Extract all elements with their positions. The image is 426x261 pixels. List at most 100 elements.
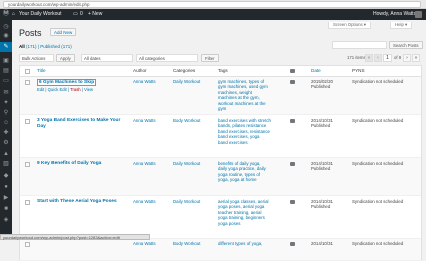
category-link[interactable]: Body Workout [173, 118, 201, 123]
prev-page-button[interactable]: ‹ [374, 54, 382, 62]
admin-menu: ◷ ◉ ✎ ▣ ▤ ▭ ✉ ✦ ⚲ ☺ ✚ ⚙ ▲ ▧ ◆ ● ▶ ■ ◈ [0, 20, 12, 240]
plugin-menu-icon-4[interactable]: ■ [3, 206, 9, 212]
author-link[interactable]: Anna Watts [133, 241, 156, 246]
author-link[interactable]: Anna Watts [133, 199, 156, 204]
row-checkbox[interactable] [25, 119, 30, 124]
tag-line[interactable]: yoga, yoga at home [218, 177, 282, 182]
tools-icon[interactable]: ✚ [3, 130, 9, 136]
post-status: Published [311, 84, 331, 89]
author-link[interactable]: Anna Watts [133, 118, 156, 123]
post-title-link[interactable]: 6 Gym Machines to Skip [37, 79, 97, 87]
category-link[interactable]: Daily Workout [173, 199, 200, 204]
slider-icon[interactable]: ▧ [3, 161, 9, 167]
category-link[interactable]: Body Workout [173, 241, 201, 246]
wordpress-logo-icon[interactable]: Ⓦ [3, 9, 9, 20]
help-tab[interactable]: Help ▾ [390, 22, 413, 29]
comment-bubble-icon[interactable] [290, 200, 295, 204]
comment-bubble-icon[interactable] [290, 162, 295, 166]
apply-button[interactable]: Apply [56, 54, 75, 62]
comments-icon[interactable]: ▭ [73, 9, 78, 20]
tags-list: aerial yoga classes, aerial yoga poses, … [218, 199, 282, 226]
category-link[interactable]: Daily Workout [173, 161, 200, 166]
page-title: Posts [19, 28, 42, 38]
appearance-icon[interactable]: ✦ [3, 100, 9, 106]
media-icon[interactable]: ▣ [3, 58, 9, 64]
view-link[interactable]: View [84, 87, 93, 92]
comments-count[interactable]: 0 [80, 9, 83, 20]
trash-link[interactable]: Trash [70, 87, 81, 92]
site-name-link[interactable]: Your Daily Workout [19, 9, 62, 20]
bulk-actions-select[interactable]: Bulk Actions [19, 54, 54, 62]
post-title-link[interactable]: 9 Key Benefits of Daily Yoga [37, 161, 101, 166]
published-count: (171) [61, 44, 72, 49]
plugin-menu-icon-2[interactable]: ● [3, 184, 9, 190]
column-title[interactable]: Title [37, 68, 46, 73]
pyns-status: Syndication not scheduled [352, 161, 404, 166]
table-row: Start with These Aerial Yoga Poses Anna … [20, 196, 421, 239]
new-content-link[interactable]: + New [88, 9, 102, 20]
plugin-menu-icon-5[interactable]: ◈ [3, 217, 9, 223]
jetpack-icon[interactable]: ◉ [3, 33, 9, 39]
address-bar[interactable]: yourdailyworkout.com/wp-admin/edit.php [3, 1, 421, 8]
table-row: Anna Watts Body Workout different types … [20, 239, 421, 261]
row-checkbox[interactable] [25, 200, 30, 205]
row-checkbox[interactable] [25, 162, 30, 167]
comment-bubble-icon[interactable] [290, 119, 295, 123]
post-title-link[interactable]: Start with These Aerial Yoga Poses [37, 199, 117, 204]
post-title-link[interactable]: 3 Yoga Band Exercises to Make Your Day [37, 118, 125, 130]
comments-menu-icon[interactable]: ▭ [3, 78, 9, 84]
search-posts-button[interactable]: Search Posts [389, 41, 423, 49]
admin-bar: Ⓦ ⌂ Your Daily Workout ▭ 0 + New Howdy, … [0, 9, 426, 20]
current-page-input[interactable]: 1 [383, 54, 392, 62]
pin-icon[interactable]: ✎ [3, 44, 9, 50]
row-checkbox[interactable] [25, 80, 30, 85]
tag-line[interactable]: gym [218, 106, 282, 111]
tag-line[interactable]: different types of yoga, [218, 241, 282, 246]
add-new-button[interactable]: Add New [50, 28, 77, 36]
main-content: Screen Options ▾ Help ▾ Posts Add New Al… [12, 20, 426, 261]
dashboard-icon[interactable]: ◷ [3, 24, 9, 30]
feedback-icon[interactable]: ✉ [3, 90, 9, 96]
tag-line[interactable]: band exercises [218, 140, 282, 145]
first-page-button[interactable]: « [365, 54, 373, 62]
comments-column-icon[interactable] [290, 69, 295, 73]
column-categories: Categories [173, 68, 196, 73]
row-checkbox[interactable] [25, 242, 30, 247]
post-date: 2014/10/31 [311, 241, 333, 246]
author-link[interactable]: Anna Watts [133, 79, 156, 84]
tags-list: benefits of daily yoga, daily yoga pract… [218, 161, 282, 183]
plugin-menu-icon[interactable]: ◆ [3, 173, 9, 179]
published-link[interactable]: Published [40, 44, 60, 49]
seo-icon[interactable]: ▲ [3, 151, 9, 157]
quick-edit-link[interactable]: Quick Edit [48, 87, 67, 92]
settings-icon[interactable]: ⚙ [3, 140, 9, 146]
filter-button[interactable]: Filter [201, 54, 219, 62]
pages-icon[interactable]: ▤ [3, 68, 9, 74]
screen-options-tab[interactable]: Screen Options ▾ [328, 22, 371, 29]
all-link[interactable]: All [19, 44, 25, 49]
items-count: 171 items [347, 55, 366, 60]
total-pages: of 9 [394, 55, 402, 60]
comment-bubble-icon[interactable] [290, 242, 295, 246]
users-icon[interactable]: ☺ [3, 120, 9, 126]
column-date[interactable]: Date [311, 68, 321, 73]
plugin-menu-icon-3[interactable]: ▶ [3, 195, 9, 201]
categories-select[interactable]: All categories [136, 54, 198, 62]
dates-select[interactable]: All dates [81, 54, 133, 62]
row-actions: Edit | Quick Edit | Trash | View [37, 87, 94, 92]
next-page-button[interactable]: › [403, 54, 411, 62]
author-link[interactable]: Anna Watts [133, 161, 156, 166]
category-link[interactable]: Daily Workout [173, 79, 200, 84]
tag-line[interactable]: yoga poses [218, 221, 282, 226]
search-input[interactable] [332, 41, 387, 49]
select-all-checkbox[interactable] [25, 69, 30, 74]
tags-list: band exercises with stretch bands, pilat… [218, 118, 282, 145]
last-page-button[interactable]: » [412, 54, 420, 62]
avatar[interactable] [415, 11, 422, 18]
edit-link[interactable]: Edit [37, 87, 44, 92]
howdy-user[interactable]: Howdy, Anna Watts [373, 9, 416, 20]
all-count: (171) [26, 44, 37, 49]
plugins-icon[interactable]: ⚲ [3, 110, 9, 116]
browser-toolbar: yourdailyworkout.com/wp-admin/edit.php [0, 0, 426, 9]
comment-bubble-icon[interactable] [290, 80, 295, 84]
